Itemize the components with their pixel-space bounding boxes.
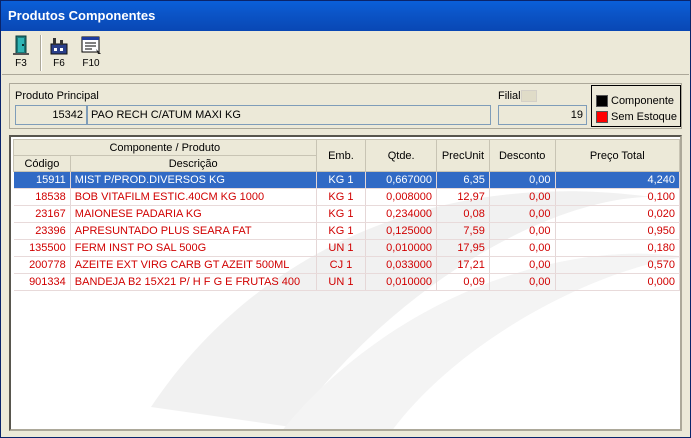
cell-qtde: 0,667000 <box>365 171 438 189</box>
cell-preco-total: 0,180 <box>555 239 680 257</box>
cell-codigo: 23396 <box>13 222 71 240</box>
factory-icon <box>50 38 68 55</box>
f10-button[interactable]: F10 <box>76 33 106 73</box>
f6-button[interactable]: F6 <box>44 33 74 73</box>
cell-descricao: APRESUNTADO PLUS SEARA FAT <box>70 222 317 240</box>
cell-emb: KG 1 <box>316 171 367 189</box>
table-row[interactable]: 23167 MAIONESE PADARIA KG KG 1 0,234000 … <box>13 205 680 223</box>
filial-field: 19 <box>498 105 587 125</box>
exit-door-icon <box>13 35 29 55</box>
cell-qtde: 0,033000 <box>365 256 438 274</box>
legend-componente: Componente <box>596 94 674 108</box>
f10-label: F10 <box>82 58 100 69</box>
cell-descricao: MAIONESE PADARIA KG <box>70 205 317 223</box>
cell-descricao: FERM INST PO SAL 500G <box>70 239 317 257</box>
cell-descricao: BOB VITAFILM ESTIC.40CM KG 1000 <box>70 188 317 206</box>
cell-qtde: 0,234000 <box>365 205 438 223</box>
cell-emb: KG 1 <box>316 188 367 206</box>
cell-codigo: 200778 <box>13 256 71 274</box>
filial-label: Filial <box>498 90 521 102</box>
header-preco-total[interactable]: Preço Total <box>554 139 680 172</box>
cell-codigo: 23167 <box>13 205 71 223</box>
cell-preco-total: 0,570 <box>555 256 680 274</box>
cell-qtde: 0,125000 <box>365 222 438 240</box>
cell-qtde: 0,010000 <box>365 273 438 291</box>
cell-preco-total: 4,240 <box>555 171 680 189</box>
table-row[interactable]: 15911 MIST P/PROD.DIVERSOS KG KG 1 0,667… <box>13 171 680 189</box>
componentes-table: Componente / Produto Emb. Qtde. PrecUnit… <box>13 139 680 291</box>
table-row[interactable]: 23396 APRESUNTADO PLUS SEARA FAT KG 1 0,… <box>13 222 680 240</box>
f3-label: F3 <box>15 58 27 69</box>
cell-codigo: 15911 <box>13 171 71 189</box>
componente-swatch <box>596 95 608 108</box>
cell-emb: UN 1 <box>316 273 367 291</box>
componente-label: Componente <box>611 95 674 107</box>
f3-exit-button[interactable]: F3 <box>6 33 36 73</box>
cell-desconto: 0,00 <box>489 171 556 189</box>
cell-descricao: AZEITE EXT VIRG CARB GT AZEIT 500ML <box>70 256 317 274</box>
table-row[interactable]: 18538 BOB VITAFILM ESTIC.40CM KG 1000 KG… <box>13 188 680 206</box>
window-title: Produtos Componentes <box>1 1 690 31</box>
produto-description-field: PAO RECH C/ATUM MAXI KG <box>87 105 491 125</box>
header-codigo[interactable]: Código <box>13 155 71 172</box>
cell-precunit: 12,97 <box>436 188 490 206</box>
cell-precunit: 17,21 <box>436 256 490 274</box>
cell-desconto: 0,00 <box>489 222 556 240</box>
cell-preco-total: 0,000 <box>555 273 680 291</box>
cell-emb: UN 1 <box>316 239 367 257</box>
toolbar-separator <box>40 35 42 71</box>
header-precunit[interactable]: PrecUnit <box>436 139 490 172</box>
cell-desconto: 0,00 <box>489 188 556 206</box>
sem-estoque-swatch <box>596 111 608 124</box>
table-row[interactable]: 135500 FERM INST PO SAL 500G UN 1 0,0100… <box>13 239 680 257</box>
header-componente-produto: Componente / Produto <box>13 139 317 156</box>
cell-desconto: 0,00 <box>489 256 556 274</box>
filial-marker <box>521 90 537 102</box>
cell-preco-total: 0,950 <box>555 222 680 240</box>
cell-precunit: 6,35 <box>436 171 490 189</box>
cell-preco-total: 0,020 <box>555 205 680 223</box>
cell-precunit: 17,95 <box>436 239 490 257</box>
cell-descricao: BANDEJA B2 15X21 P/ H F G E FRUTAS 400 <box>70 273 317 291</box>
produto-code-field: 15342 <box>15 105 87 125</box>
cell-desconto: 0,00 <box>489 205 556 223</box>
cell-codigo: 135500 <box>13 239 71 257</box>
cell-desconto: 0,00 <box>489 273 556 291</box>
cell-descricao: MIST P/PROD.DIVERSOS KG <box>70 171 317 189</box>
produto-principal-label: Produto Principal <box>15 90 99 102</box>
cell-emb: CJ 1 <box>316 256 367 274</box>
cell-codigo: 18538 <box>13 188 71 206</box>
header-desconto[interactable]: Desconto <box>488 139 556 172</box>
legend-sem-estoque: Sem Estoque <box>596 110 677 124</box>
cell-emb: KG 1 <box>316 222 367 240</box>
cell-precunit: 0,09 <box>436 273 490 291</box>
cell-preco-total: 0,100 <box>555 188 680 206</box>
cell-precunit: 0,08 <box>436 205 490 223</box>
cell-qtde: 0,008000 <box>365 188 438 206</box>
header-descricao[interactable]: Descrição <box>69 155 317 172</box>
cell-desconto: 0,00 <box>489 239 556 257</box>
header-emb[interactable]: Emb. <box>315 139 367 172</box>
produtos-componentes-window: Produtos Componentes F3 F6 F10 Produto P… <box>0 0 691 438</box>
cell-codigo: 901334 <box>13 273 71 291</box>
componentes-grid[interactable]: Componente / Produto Emb. Qtde. PrecUnit… <box>9 135 682 431</box>
f6-label: F6 <box>53 58 65 69</box>
print-list-icon <box>81 36 101 54</box>
cell-qtde: 0,010000 <box>365 239 438 257</box>
legend-box: Componente Sem Estoque <box>591 85 681 127</box>
toolbar: F3 F6 F10 <box>2 31 689 75</box>
table-row[interactable]: 901334 BANDEJA B2 15X21 P/ H F G E FRUTA… <box>13 273 680 291</box>
header-qtde[interactable]: Qtde. <box>365 139 438 172</box>
table-row[interactable]: 200778 AZEITE EXT VIRG CARB GT AZEIT 500… <box>13 256 680 274</box>
sem-estoque-label: Sem Estoque <box>611 111 678 123</box>
cell-precunit: 7,59 <box>436 222 490 240</box>
cell-emb: KG 1 <box>316 205 367 223</box>
